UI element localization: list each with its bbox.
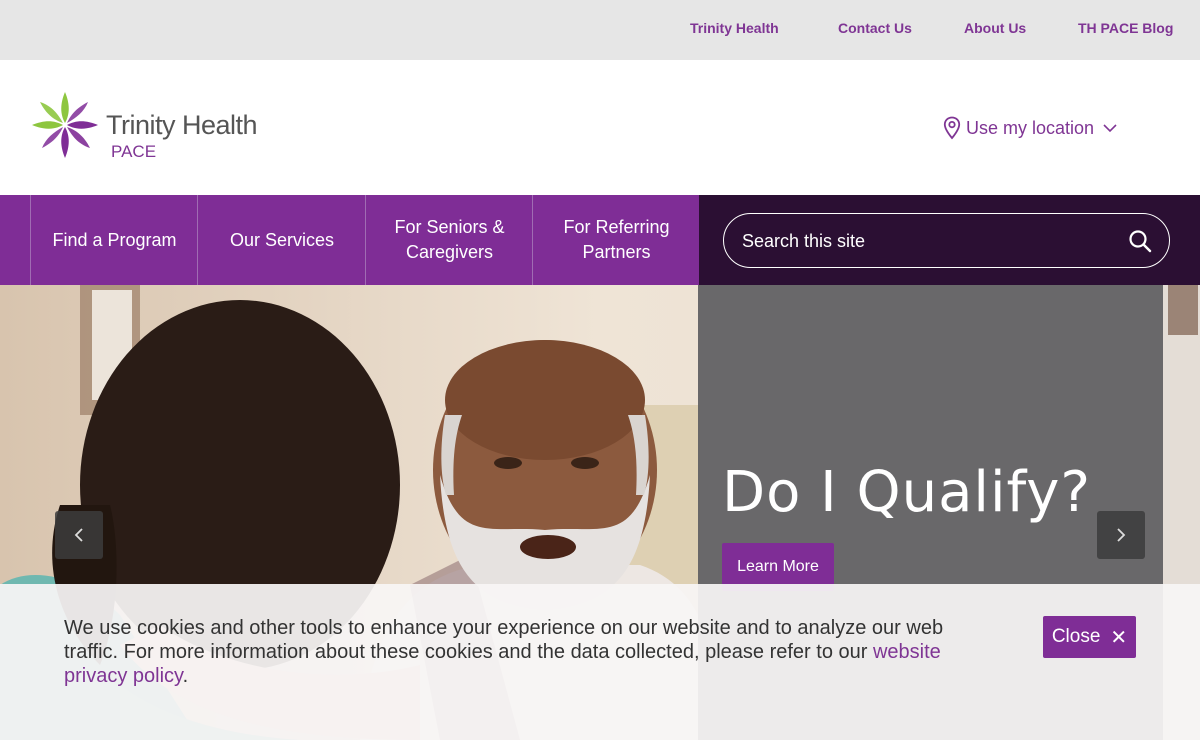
nav-item-seniors-caregivers[interactable]: For Seniors & Caregivers <box>365 195 533 285</box>
nav-item-label: For Seniors & Caregivers <box>394 217 505 262</box>
utility-link-about-us[interactable]: About Us <box>964 20 1026 36</box>
location-pin-icon <box>943 116 961 140</box>
nav-item-label: Our Services <box>229 229 335 250</box>
main-nav: Find a Program Our Services For Seniors … <box>0 195 700 285</box>
chevron-right-icon <box>1117 528 1126 542</box>
utility-bar: Trinity Health Contact Us About Us TH PA… <box>0 0 1200 60</box>
hero-title: Do I Qualify? <box>722 460 1092 525</box>
location-label: Use my location <box>966 117 1095 138</box>
logo[interactable]: Trinity Health PACE <box>30 90 290 162</box>
carousel-next-button[interactable] <box>1097 511 1145 559</box>
close-icon: ✕ <box>1110 626 1128 649</box>
logo-cross-icon <box>32 92 98 158</box>
nav-item-find-a-program[interactable]: Find a Program <box>30 195 198 285</box>
cookie-message: We use cookies and other tools to enhanc… <box>64 616 964 688</box>
utility-link-contact-us[interactable]: Contact Us <box>838 20 912 36</box>
nav-item-label: Find a Program <box>52 229 177 250</box>
nav-item-label: For Referring Partners <box>563 217 670 262</box>
search-input[interactable] <box>742 226 1112 256</box>
search-box <box>723 213 1170 268</box>
chevron-down-icon <box>1103 124 1117 133</box>
nav-item-our-services[interactable]: Our Services <box>197 195 366 285</box>
close-label: Close <box>1051 626 1101 647</box>
cookie-text-suffix: . <box>182 665 189 687</box>
chevron-left-icon <box>74 528 83 542</box>
cookie-banner: We use cookies and other tools to enhanc… <box>0 584 1200 740</box>
cookie-text: We use cookies and other tools to enhanc… <box>64 617 944 663</box>
use-location-dropdown[interactable]: Use my location <box>943 116 1118 140</box>
carousel-prev-button[interactable] <box>55 511 103 559</box>
site-header: Trinity Health PACE Use my location <box>0 60 1200 195</box>
cookie-close-button[interactable]: Close ✕ <box>1043 616 1136 658</box>
nav-item-referring-partners[interactable]: For Referring Partners <box>532 195 700 285</box>
search-band <box>699 195 1200 285</box>
utility-link-blog[interactable]: TH PACE Blog <box>1078 20 1173 36</box>
logo-name: Trinity Health <box>106 110 258 140</box>
search-icon[interactable] <box>1128 229 1152 253</box>
utility-link-trinity-health[interactable]: Trinity Health <box>690 20 779 36</box>
logo-sub: PACE <box>111 142 157 161</box>
